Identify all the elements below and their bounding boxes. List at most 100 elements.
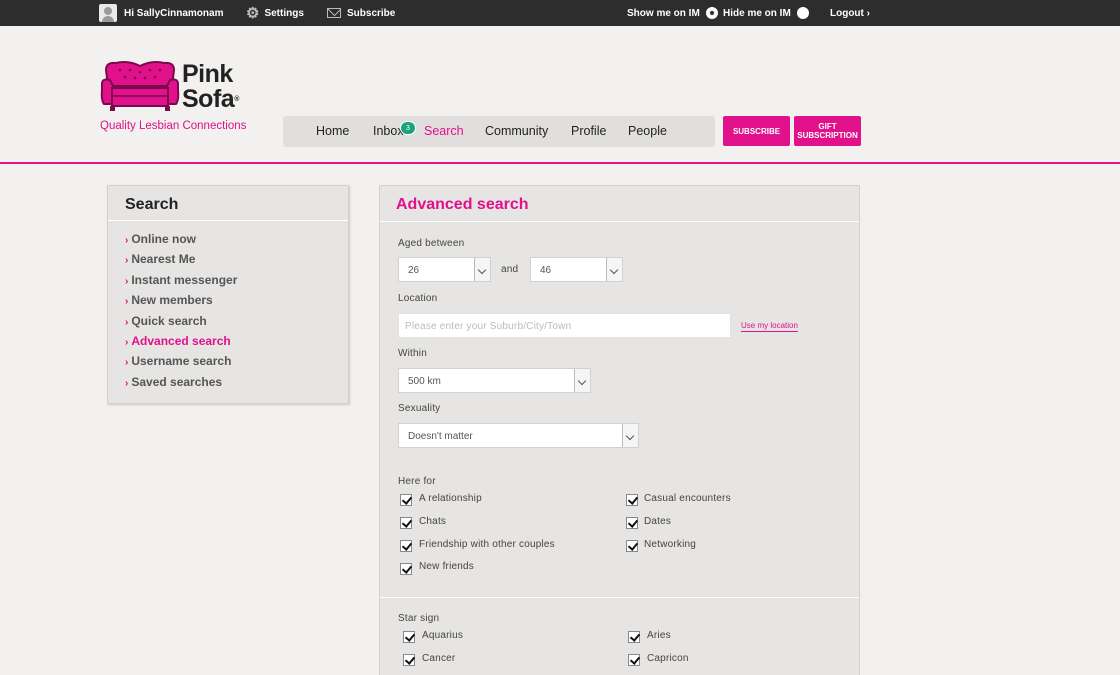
- advanced-search-panel: Advanced search Aged between 26 and 46 L…: [379, 185, 860, 675]
- chevron-right-icon: ›: [125, 255, 129, 266]
- registered-mark: ®: [234, 96, 239, 103]
- checkbox-capricorn[interactable]: [628, 654, 640, 666]
- tab-home[interactable]: Home: [316, 116, 349, 147]
- tab-search[interactable]: Search: [424, 116, 464, 147]
- sidebar-item-label: Online now: [131, 232, 197, 246]
- logout-link[interactable]: Logout ›: [830, 0, 870, 26]
- checkbox-cancer[interactable]: [403, 654, 415, 666]
- sidebar-item-username-search[interactable]: › Username search: [125, 354, 231, 368]
- subscribe-link[interactable]: Subscribe: [327, 0, 395, 26]
- brand-name: Pink Sofa®: [182, 62, 239, 112]
- settings-label: Settings: [264, 7, 304, 19]
- checkbox-relationship[interactable]: [400, 494, 412, 506]
- here-for-label: Here for: [398, 476, 436, 487]
- checkbox-label: Aquarius: [422, 630, 464, 641]
- sidebar-item-online-now[interactable]: › Online now: [125, 232, 196, 246]
- checkbox-label: Aries: [647, 630, 671, 641]
- chevron-right-icon: ›: [125, 296, 129, 307]
- chevron-down-icon: [622, 424, 638, 447]
- checkbox-networking[interactable]: [626, 540, 638, 552]
- age-max-select[interactable]: 46: [530, 257, 623, 282]
- brand-line-1: Pink: [182, 60, 233, 88]
- header-divider: [0, 162, 1120, 164]
- gift-label-line-2: SUBSCRIPTION: [797, 131, 858, 140]
- sidebar-item-new-members[interactable]: › New members: [125, 293, 213, 307]
- envelope-icon: [327, 8, 341, 18]
- sidebar-item-quick-search[interactable]: › Quick search: [125, 314, 207, 328]
- location-placeholder: Please enter your Suburb/City/Town: [405, 321, 572, 332]
- sidebar-item-advanced-search[interactable]: › Advanced search: [125, 334, 231, 348]
- sexuality-value: Doesn't matter: [408, 431, 473, 442]
- sidebar-item-saved-searches[interactable]: › Saved searches: [125, 375, 222, 389]
- sidebar-item-nearest-me[interactable]: › Nearest Me: [125, 252, 195, 266]
- sofa-icon: [100, 61, 180, 111]
- brand-tagline: Quality Lesbian Connections: [100, 120, 247, 132]
- user-greeting[interactable]: Hi SallyCinnamonam: [99, 0, 223, 26]
- tab-people[interactable]: People: [628, 116, 667, 147]
- sexuality-label: Sexuality: [398, 403, 441, 414]
- tab-inbox[interactable]: Inbox: [373, 116, 404, 147]
- avatar-icon: [99, 4, 117, 22]
- logout-label: Logout ›: [830, 7, 870, 19]
- checkbox-new-friends[interactable]: [400, 563, 412, 575]
- checkbox-aries[interactable]: [628, 631, 640, 643]
- chevron-right-icon: ›: [125, 337, 129, 348]
- show-im-radio[interactable]: [705, 7, 718, 19]
- checkbox-dates[interactable]: [626, 517, 638, 529]
- checkbox-label: Casual encounters: [644, 493, 731, 504]
- within-label: Within: [398, 348, 427, 359]
- chevron-right-icon: ›: [125, 317, 129, 328]
- use-my-location-link[interactable]: Use my location: [741, 321, 798, 332]
- sidebar-item-label: Saved searches: [131, 375, 223, 389]
- checkbox-label: Dates: [644, 516, 672, 527]
- top-bar: Hi SallyCinnamonam ⚙ Settings Subscribe …: [0, 0, 1120, 26]
- main-nav: Home Inbox Search Community Profile Peop…: [283, 116, 715, 147]
- chevron-down-icon: [606, 258, 622, 281]
- location-label: Location: [398, 293, 438, 304]
- sidebar-item-instant-messenger[interactable]: › Instant messenger: [125, 273, 237, 287]
- age-min-value: 26: [408, 265, 420, 276]
- subscribe-button[interactable]: SUBSCRIBE: [723, 116, 790, 146]
- show-on-im-option[interactable]: Show me on IM: [627, 0, 718, 26]
- and-label: and: [501, 264, 519, 275]
- checkbox-label: Networking: [644, 539, 697, 550]
- aged-between-label: Aged between: [398, 238, 465, 249]
- checkbox-label: Cancer: [422, 653, 456, 664]
- brand-line-2: Sofa: [182, 85, 235, 113]
- pink-sofa-logo[interactable]: Pink Sofa® Quality Lesbian Connections: [100, 60, 260, 140]
- checkbox-casual-encounters[interactable]: [626, 494, 638, 506]
- location-input[interactable]: Please enter your Suburb/City/Town: [398, 313, 731, 338]
- chevron-right-icon: ›: [125, 357, 129, 368]
- sidebar-item-label: Advanced search: [131, 334, 231, 348]
- chevron-right-icon: ›: [125, 378, 129, 389]
- sidebar-item-label: New members: [131, 293, 213, 307]
- gift-subscription-button[interactable]: GIFT SUBSCRIPTION: [794, 116, 861, 146]
- sidebar-divider: [108, 220, 348, 221]
- sidebar-item-label: Instant messenger: [131, 273, 238, 287]
- checkbox-label: Capricon: [647, 653, 689, 664]
- sidebar-item-label: Nearest Me: [131, 252, 196, 266]
- age-max-value: 46: [540, 265, 552, 276]
- within-select[interactable]: 500 km: [398, 368, 591, 393]
- checkbox-chats[interactable]: [400, 517, 412, 529]
- panel-title: Advanced search: [396, 196, 529, 213]
- chevron-down-icon: [474, 258, 490, 281]
- sexuality-select[interactable]: Doesn't matter: [398, 423, 639, 448]
- checkbox-aquarius[interactable]: [403, 631, 415, 643]
- checkbox-label: Friendship with other couples: [419, 539, 555, 550]
- greeting-text: Hi SallyCinnamonam: [124, 7, 224, 19]
- search-sidebar: Search › Online now › Nearest Me › Instant …: [107, 185, 349, 404]
- settings-link[interactable]: ⚙ Settings: [246, 0, 304, 26]
- subscribe-button-label: SUBSCRIBE: [732, 126, 781, 136]
- within-value: 500 km: [408, 376, 441, 387]
- chevron-right-icon: ›: [125, 276, 129, 287]
- section-divider: [380, 597, 859, 598]
- hide-on-im-option[interactable]: Hide me on IM: [723, 0, 809, 26]
- hide-im-radio[interactable]: [796, 7, 809, 19]
- gift-label-line-1: GIFT: [818, 122, 837, 131]
- tab-community[interactable]: Community: [485, 116, 548, 147]
- checkbox-friendship-couples[interactable]: [400, 540, 412, 552]
- tab-profile[interactable]: Profile: [571, 116, 606, 147]
- hide-im-label: Hide me on IM: [723, 7, 791, 19]
- age-min-select[interactable]: 26: [398, 257, 491, 282]
